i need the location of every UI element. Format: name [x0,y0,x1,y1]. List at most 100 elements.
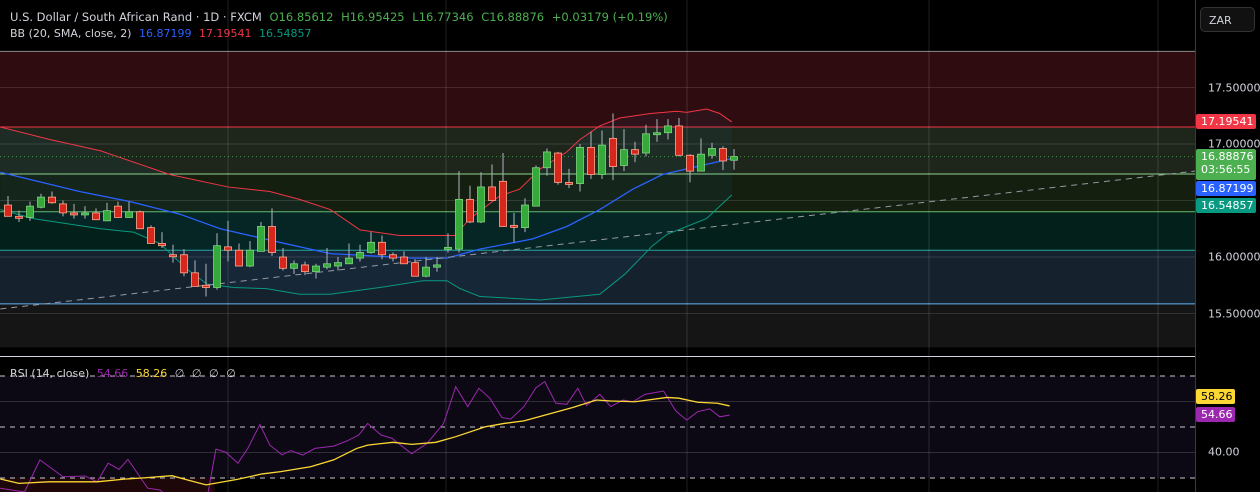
candle-body [543,151,551,169]
bb-upper-badge: 17.19541 [1196,114,1256,129]
candle-body [598,144,606,175]
candle-body [389,254,397,259]
candle-body [664,125,672,134]
candle-body [477,186,485,223]
candle-body [70,212,78,216]
empty-value-4: ∅ [226,367,236,380]
candle-body [224,246,232,251]
candle-body [26,205,34,218]
currency-button[interactable]: ZAR [1200,7,1255,32]
price-zone [0,303,1195,348]
candle-body [268,226,276,253]
candle [554,151,562,185]
ohlc-low: L16.77346 [412,10,474,24]
ohlc-close: C16.88876 [481,10,545,24]
rsi-tick: 40.00 [1208,445,1240,459]
candle-body [136,211,144,230]
bb-upper-value: 17.19541 [198,27,252,40]
rsi-value: 54.66 [96,367,129,380]
rsi-ma-value: 58.26 [135,367,168,380]
empty-value-2: ∅ [191,367,202,380]
rsi-badge: 54.66 [1196,407,1235,422]
candle-body [730,156,738,161]
candle-body [422,266,430,277]
ohlc-high: H16.95425 [341,10,405,24]
candle-body [433,264,441,268]
candle-body [444,246,452,250]
bb-legend[interactable]: BB (20, SMA, close, 2) 16.87199 17.19541… [10,27,315,40]
candle-body [554,152,562,183]
candle-body [455,198,463,250]
rsi-label: RSI (14, close) [10,367,90,380]
candle [532,165,540,207]
candle-body [213,245,221,288]
price-axis[interactable]: ZAR 17.50000 17.00000 16.00000 15.50000 … [1195,0,1260,492]
candle-body [609,137,617,168]
bb-middle-badge: 16.87199 [1196,181,1256,196]
candle-body [532,167,540,207]
bb-label: BB (20, SMA, close, 2) [10,27,132,40]
candle-body [686,154,694,172]
candle-body [158,243,166,247]
candle-body [235,249,243,267]
candle-body [356,252,364,259]
candle-body [620,149,628,166]
candle-body [191,272,199,287]
bar-countdown: 03:56:55 [1201,163,1251,176]
candle-body [246,249,254,267]
candle-body [202,284,210,288]
candle-body [48,196,56,204]
candle-body [587,146,595,175]
candle-body [301,264,309,273]
candle-body [334,262,342,267]
candle [257,221,265,252]
empty-value-3: ∅ [208,367,219,380]
ohlc-open: O16.85612 [269,10,334,24]
candle-body [323,263,331,268]
candle-body [466,198,474,223]
rsi-band-fill [0,376,1195,478]
candle-body [103,210,111,222]
candle-body [565,182,573,185]
candle-body [642,133,650,154]
candle-body [675,125,683,156]
symbol-legend: U.S. Dollar / South African Rand · 1D · … [10,10,672,24]
price-tick: 17.50000 [1208,81,1260,95]
candle-body [4,204,12,217]
symbol-title[interactable]: U.S. Dollar / South African Rand · 1D · … [10,10,262,24]
candle-body [114,205,122,218]
bb-lower-value: 16.54857 [258,27,312,40]
bb-lower-badge: 16.54857 [1196,198,1256,213]
candle-body [125,211,133,218]
price-change: +0.03179 (+0.19%) [551,10,668,24]
candle-body [719,148,727,162]
rsi-ma-badge: 58.26 [1196,389,1235,404]
candle-body [59,203,67,214]
candle-body [92,212,100,221]
rsi-oversold-fill [0,478,215,492]
candle [136,210,144,230]
candle-body [521,204,529,229]
last-price-badge: 16.88876 03:56:55 [1196,149,1256,180]
empty-value-1: ∅ [174,367,185,380]
price-tick: 16.00000 [1208,250,1260,264]
candle-body [576,146,584,184]
price-tick: 15.50000 [1208,307,1260,321]
candle-body [631,149,639,155]
price-zone [0,51,1195,128]
candle-body [345,257,353,265]
candle-body [169,254,177,258]
candle [147,225,155,244]
rsi-legend[interactable]: RSI (14, close) 54.66 58.26 ∅ ∅ ∅ ∅ [10,367,240,380]
candle-body [510,224,518,228]
candle-body [697,153,705,172]
candle-body [290,263,298,269]
candle-body [653,132,661,136]
candle-body [400,256,408,265]
candle-body [411,262,419,277]
candle-body [257,226,265,252]
bb-middle-value: 16.87199 [138,27,192,40]
candle-body [499,180,507,227]
chart-plot-area[interactable] [0,0,1195,492]
candle-body [488,186,496,201]
